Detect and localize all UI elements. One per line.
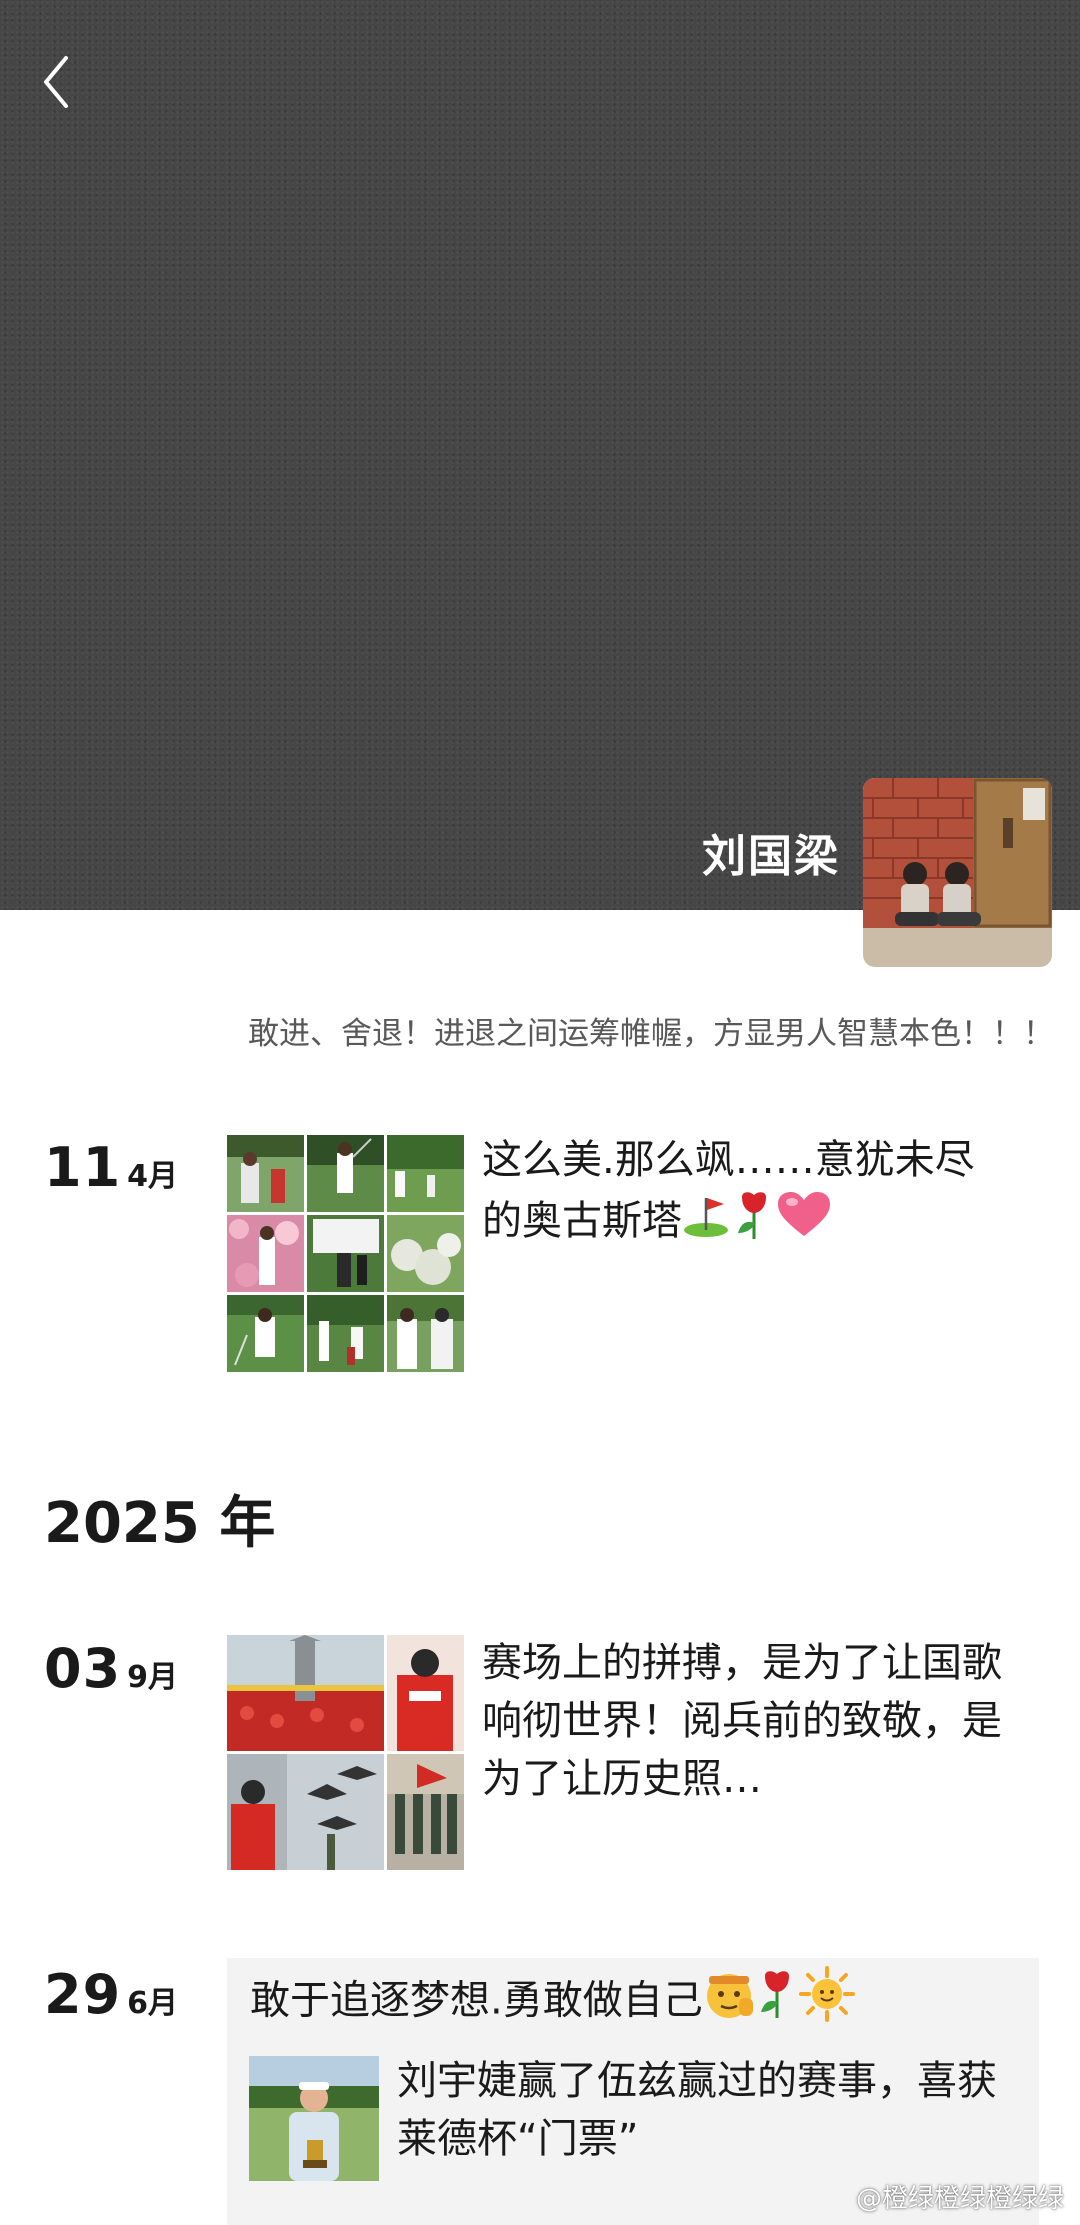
post-month: 6月 [127,1986,179,2021]
avatar[interactable] [863,778,1052,967]
saluting-face-icon [703,1968,755,2037]
post-thumbnail[interactable] [387,1215,464,1292]
post-thumbnail[interactable] [387,1295,464,1372]
post-day: 29 [44,1963,122,2026]
post-month: 4月 [127,1159,179,1194]
shared-article-title: 刘宇婕赢了伍兹赢过的赛事，喜获莱德杯“门票” [397,2058,997,2162]
post-date: 11 4月 [44,1136,178,1199]
golf-flag-icon [682,1192,732,1254]
post-thumbnail[interactable] [307,1295,384,1372]
post-thumbnail[interactable] [227,1135,304,1212]
post-thumbnail[interactable] [307,1215,384,1292]
post-image-grid[interactable] [227,1135,464,1372]
post-thumbnail[interactable] [387,1754,464,1870]
profile-signature: 敢进、舍退！进退之间运筹帷幄，方显男人智慧本色！！！ [248,1016,1054,1052]
post-text[interactable]: 这么美.那么飒……意犹未尽的奥古斯塔 [482,1131,1012,1257]
post-thumbnail[interactable] [307,1135,384,1212]
post-month: 9月 [127,1660,179,1695]
shared-article-thumbnail[interactable] [249,2056,379,2181]
heart-icon [776,1190,832,1256]
shared-card-title-row: 敢于追逐梦想.勇敢做自己 [250,1966,855,2039]
sun-icon [798,1966,855,2039]
rose-icon [732,1189,776,1257]
cover-image[interactable] [0,0,1080,910]
post-date: 03 9月 [44,1637,178,1700]
post-thumbnail[interactable] [227,1295,304,1372]
post-day: 03 [44,1637,122,1700]
post-thumbnail[interactable] [227,1754,384,1870]
post-thumbnail[interactable] [387,1135,464,1212]
post-thumbnail[interactable] [227,1635,384,1751]
shared-card-caption: 敢于追逐梦想.勇敢做自己 [250,1977,703,2024]
year-header: 2025 年 [44,1491,276,1556]
post-thumbnail[interactable] [387,1635,464,1751]
rose-icon [755,1968,799,2037]
chevron-left-icon [44,56,68,108]
post-day: 11 [44,1136,122,1199]
back-button[interactable] [36,52,86,112]
post-text[interactable]: 赛场上的拼搏，是为了让国歌响彻世界！阅兵前的致敬，是为了让历史照… [482,1634,1012,1808]
profile-name[interactable]: 刘国梁 [702,820,840,884]
post-date: 29 6月 [44,1963,178,2026]
post-thumbnail[interactable] [227,1215,304,1292]
post-image-grid[interactable] [227,1635,464,1872]
watermark: @橙绿橙绿橙绿绿 [855,2184,1064,2214]
